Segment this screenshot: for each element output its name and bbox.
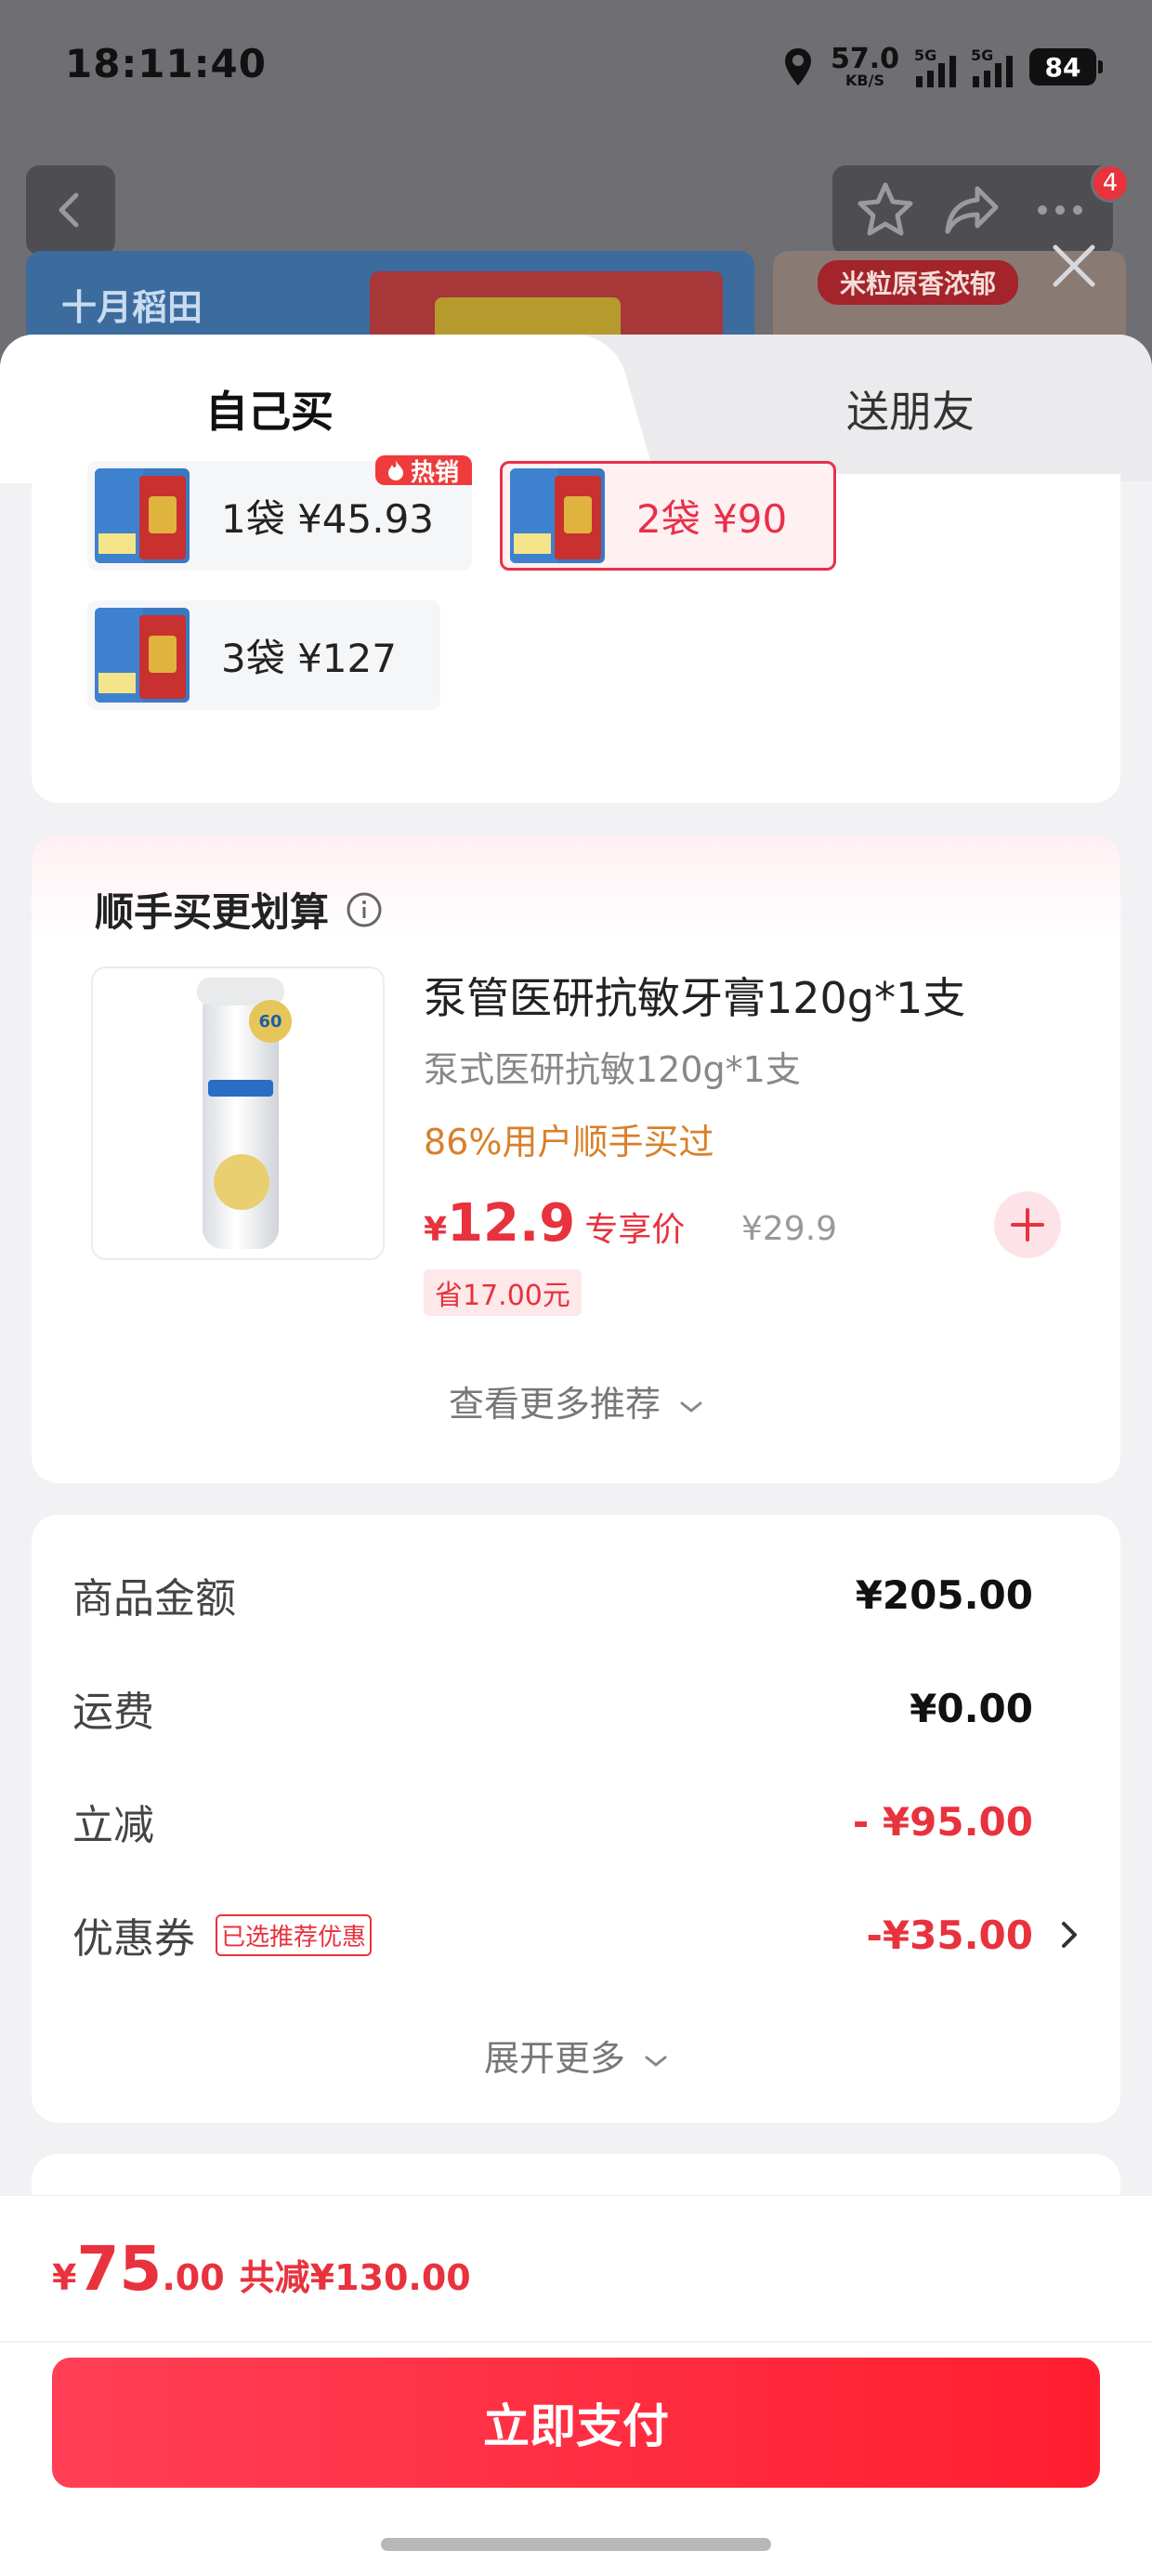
star-icon[interactable] xyxy=(855,179,916,241)
more-icon[interactable] xyxy=(1029,179,1091,241)
addon-price-label: 专享价 xyxy=(584,1211,686,1249)
summary-row-coupon[interactable]: 优惠券 已选推荐优惠 -¥35.00 xyxy=(72,1905,1033,1965)
signal-1-icon: 5G xyxy=(914,46,956,87)
variant-label: 3袋 ¥127 xyxy=(221,635,397,681)
notification-badge: 4 xyxy=(1091,164,1130,203)
close-icon[interactable] xyxy=(1048,240,1100,292)
subtotal-label: 商品金额 xyxy=(72,1575,236,1623)
network-speed: 57.0 KB/S xyxy=(831,46,899,88)
variant-option-1[interactable]: 1袋 ¥45.93 热销 xyxy=(87,455,472,571)
addon-section-title: 顺手买更划算 xyxy=(95,881,383,938)
summary-row-subtotal: 商品金额 ¥205.00 xyxy=(72,1567,1033,1623)
expand-more-button[interactable]: 展开更多 xyxy=(32,2030,1120,2081)
chevron-right-icon[interactable] xyxy=(1055,1916,1083,1953)
expand-more-label: 展开更多 xyxy=(483,2038,625,2079)
addon-recommendation-card: 顺手买更划算 60 泵管医研抗敏牙膏120g*1支 泵式医研抗敏120g*1支 … xyxy=(32,836,1120,1483)
discount-value: - ¥95.00 xyxy=(852,1798,1033,1845)
flame-icon xyxy=(387,460,403,480)
status-time: 18:11:40 xyxy=(65,41,267,86)
pay-now-button[interactable]: 立即支付 xyxy=(52,2358,1100,2488)
status-indicators: 57.0 KB/S 5G 5G 84 xyxy=(782,41,1103,93)
home-indicator[interactable] xyxy=(381,2538,771,2551)
variant-thumbnail xyxy=(510,468,605,563)
product-image-badge: 60 xyxy=(249,1000,292,1043)
addon-purchase-stat: 86%用户顺手买过 xyxy=(424,1122,714,1163)
summary-row-shipping: 运费 ¥0.00 xyxy=(72,1680,1033,1737)
variant-option-3[interactable]: 3袋 ¥127 xyxy=(87,600,440,710)
status-bar: 18:11:40 57.0 KB/S 5G 5G 84 xyxy=(0,0,1152,139)
addon-original-price: ¥29.9 xyxy=(741,1210,838,1248)
addon-savings-chip: 省17.00元 xyxy=(424,1269,582,1316)
order-total: ¥ 75 .00 共减¥130.00 xyxy=(52,2233,471,2305)
info-icon[interactable] xyxy=(346,891,383,928)
addon-product-name[interactable]: 泵管医研抗敏牙膏120g*1支 xyxy=(424,965,965,1026)
plus-icon xyxy=(1011,1208,1044,1242)
checkout-bar: ¥ 75 .00 共减¥130.00 立即支付 xyxy=(0,2195,1152,2576)
coupon-label: 优惠券 xyxy=(72,1915,195,1963)
chevron-down-icon xyxy=(645,2056,667,2067)
variant-label: 2袋 ¥90 xyxy=(636,495,788,542)
add-addon-button[interactable] xyxy=(994,1191,1061,1258)
chevron-down-icon xyxy=(680,1401,702,1413)
tab-buy-for-self-label: 自己买 xyxy=(205,387,334,437)
purchase-tabs: 自己买 送朋友 xyxy=(0,335,1152,483)
hot-sale-label: 热销 xyxy=(410,458,459,487)
variant-option-2[interactable]: 2袋 ¥90 xyxy=(500,461,836,571)
battery-level: 84 xyxy=(1044,51,1081,83)
summary-row-discount: 立减 - ¥95.00 xyxy=(72,1794,1033,1850)
hot-sale-badge: 热销 xyxy=(374,455,472,487)
addon-product-image[interactable]: 60 xyxy=(91,966,385,1260)
chevron-left-icon xyxy=(59,192,79,228)
total-integer: 75 xyxy=(76,2233,163,2305)
coupon-value: -¥35.00 xyxy=(866,1912,1033,1958)
divider xyxy=(0,2341,1152,2343)
network-speed-value: 57.0 xyxy=(830,43,899,75)
view-more-recommendations[interactable]: 查看更多推荐 xyxy=(32,1375,1120,1426)
signal-2-label: 5G xyxy=(971,46,994,64)
total-decimal: .00 xyxy=(162,2257,225,2298)
coupon-label-group: 优惠券 已选推荐优惠 xyxy=(72,1905,373,1965)
back-button[interactable] xyxy=(26,165,115,255)
addon-price-value: 12.9 xyxy=(447,1193,576,1254)
shipping-label: 运费 xyxy=(72,1689,154,1736)
signal-1-label: 5G xyxy=(914,46,937,64)
variant-thumbnail xyxy=(95,608,190,703)
variant-thumbnail xyxy=(95,468,190,563)
network-speed-unit: KB/S xyxy=(845,72,884,89)
variant-selector: 1袋 ¥45.93 热销 2袋 ¥90 3袋 ¥127 xyxy=(32,455,1120,803)
addon-price: ¥ 12.9 专享价 xyxy=(424,1193,685,1254)
location-icon xyxy=(784,48,811,85)
discount-label: 立减 xyxy=(72,1802,154,1849)
share-icon[interactable] xyxy=(942,179,1003,241)
banner-tagline: 米粒原香浓郁 xyxy=(818,260,1019,305)
product-page-background: 18:11:40 57.0 KB/S 5G 5G 84 4 十月稻田 米粒原香浓… xyxy=(0,0,1152,390)
battery-icon: 84 xyxy=(1029,48,1103,85)
total-savings: 共减¥130.00 xyxy=(239,2257,471,2298)
subtotal-value: ¥205.00 xyxy=(855,1571,1033,1618)
total-currency: ¥ xyxy=(52,2257,77,2298)
addon-price-currency: ¥ xyxy=(424,1211,448,1249)
variant-label: 1袋 ¥45.93 xyxy=(221,495,435,542)
shipping-value: ¥0.00 xyxy=(910,1685,1033,1731)
addon-product-spec: 泵式医研抗敏120g*1支 xyxy=(424,1049,801,1090)
price-summary-card: 商品金额 ¥205.00 运费 ¥0.00 立减 - ¥95.00 优惠券 已选… xyxy=(32,1515,1120,2123)
addon-title-text: 顺手买更划算 xyxy=(95,889,330,935)
signal-2-icon: 5G xyxy=(971,46,1013,87)
banner-brand: 十月稻田 xyxy=(61,287,203,328)
view-more-label: 查看更多推荐 xyxy=(448,1384,661,1425)
coupon-recommended-chip: 已选推荐优惠 xyxy=(216,1913,373,1956)
